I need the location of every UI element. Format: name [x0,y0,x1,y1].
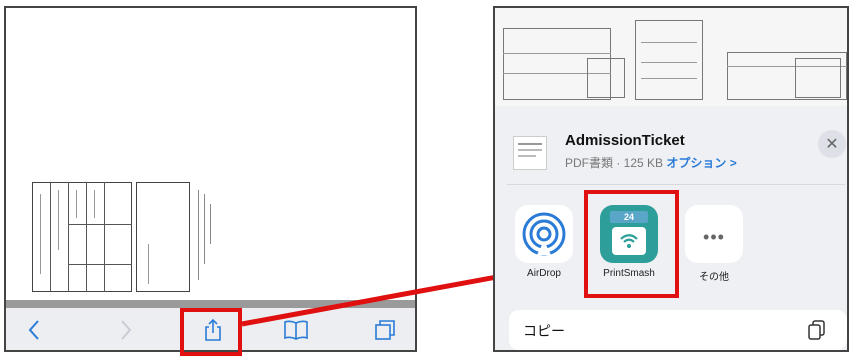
airdrop-icon [522,212,566,256]
more-apps-button[interactable]: ••• [685,205,743,263]
pdf-preview-top [495,8,847,106]
options-link[interactable]: オプション > [666,156,736,170]
sheet-divider [507,184,845,185]
doc-line [641,78,697,79]
doc-block [587,58,625,98]
more-icon: ••• [703,227,725,247]
file-thumbnail [513,136,547,170]
doc-line [641,62,697,63]
copy-label: コピー [523,323,565,339]
copy-icon [808,320,825,340]
doc-line [503,53,611,54]
doc-line [641,42,697,43]
doc-block [795,58,841,98]
close-icon: ✕ [825,136,839,153]
more-apps-label: その他 [699,272,729,283]
file-meta: PDF書類 · 125 KB オプション > [565,154,737,171]
file-meta-text: PDF書類 · 125 KB [565,156,664,170]
printsmash-highlight [584,190,679,298]
airdrop-label: AirDrop [527,268,561,279]
copy-action-row[interactable]: コピー [509,310,847,350]
close-button[interactable]: ✕ [818,130,846,158]
airdrop-app-button[interactable] [515,205,573,263]
doc-block [635,20,703,100]
right-phone-screen [493,6,849,352]
file-name: AdmissionTicket [565,132,685,149]
